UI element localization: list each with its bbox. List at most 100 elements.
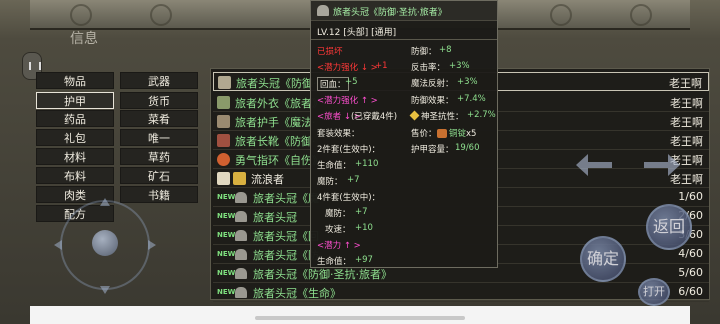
category-item[interactable]: 矿石 xyxy=(120,167,198,184)
category-item[interactable]: 武器 xyxy=(120,72,198,89)
armor-icon xyxy=(217,96,230,109)
divider xyxy=(311,39,497,40)
category-item[interactable]: 药品 xyxy=(36,110,114,127)
new-badge: NEW xyxy=(217,231,236,239)
set-bonus-label: 2件套(生效中)： xyxy=(317,145,381,155)
category-item[interactable]: 唯一 xyxy=(120,129,198,146)
inherit-value: +1 xyxy=(375,61,388,71)
item-name: 旅者头冠《生命》 xyxy=(253,287,341,300)
price-count: x5 xyxy=(466,129,477,139)
helmet-icon xyxy=(235,230,247,241)
category-item-selected[interactable]: 护甲 xyxy=(36,92,114,109)
category-item[interactable]: 礼包 xyxy=(36,129,114,146)
tooltip-level: LV.12 [头部] [通用] xyxy=(317,28,397,38)
lock-icon xyxy=(217,172,230,185)
category-item[interactable]: 物品 xyxy=(36,72,114,89)
item-name: 旅者头冠 xyxy=(253,211,297,224)
price-value: 铜锭x5 xyxy=(435,127,476,139)
item-owner: 老王啊 xyxy=(670,116,703,129)
helmet-icon xyxy=(235,211,247,222)
stat-label: 护甲容量： xyxy=(411,145,454,155)
next-arrow-icon[interactable] xyxy=(642,150,682,180)
ornament-icon xyxy=(150,4,172,26)
new-badge: NEW xyxy=(217,269,236,277)
item-name: 旅者头冠《防御·圣抗·旅者》 xyxy=(253,268,392,281)
stat-label: 反击率： xyxy=(411,63,446,73)
helmet-icon xyxy=(235,192,247,203)
copper-ingot-icon xyxy=(437,129,447,138)
set-effect-label: 套装效果： xyxy=(317,129,360,139)
stat-label: 生命值： xyxy=(317,161,352,171)
stat-label: 防御效果： xyxy=(411,96,454,106)
stat-label: 魔防： xyxy=(325,209,351,219)
stat-value: +10 xyxy=(355,223,373,233)
category-item[interactable]: 货币 xyxy=(120,92,198,109)
status-broken: 已损坏 xyxy=(317,47,343,57)
gem-icon xyxy=(409,110,420,121)
tooltip-header: 旅者头冠《防御·圣抗·旅者》 xyxy=(311,1,497,21)
item-owner: 老王啊 xyxy=(669,77,702,90)
helmet-icon xyxy=(218,76,231,89)
set-bonus-label: 4件套(生效中)： xyxy=(317,193,381,203)
stat-value: +8 xyxy=(439,45,452,55)
stat-label: 魔防： xyxy=(317,177,343,187)
ornament-icon xyxy=(630,4,652,26)
stat-label: 防御： xyxy=(411,47,437,57)
tooltip-title: 旅者头冠《防御·圣抗·旅者》 xyxy=(333,8,447,18)
item-tooltip: 旅者头冠《防御·圣抗·旅者》 LV.12 [头部] [通用] 已损坏 防御： +… xyxy=(310,0,498,268)
back-button[interactable]: 返回 xyxy=(646,204,692,250)
stat-label: 神圣抗性： xyxy=(421,112,464,122)
helmet-icon xyxy=(235,249,247,260)
price-label: 售价： xyxy=(411,129,437,139)
item-owner: 老王啊 xyxy=(670,97,703,110)
stat-label: 生命值： xyxy=(317,257,352,267)
ornament-icon xyxy=(70,4,92,26)
item-count: 6/60 xyxy=(678,285,703,298)
new-badge: NEW xyxy=(217,193,236,201)
item-count: 4/60 xyxy=(678,247,703,260)
item-name: 旅者长靴《防御· xyxy=(235,135,316,148)
stat-value: +97 xyxy=(355,255,373,265)
item-owner: 老王啊 xyxy=(670,135,703,148)
category-item[interactable]: 材料 xyxy=(36,148,114,165)
inherit-label: <潜力 ↑ > xyxy=(317,241,361,251)
info-button[interactable]: 信息 xyxy=(64,24,104,54)
new-badge: NEW xyxy=(217,250,236,258)
stat-value: +7 xyxy=(347,175,360,185)
open-button[interactable]: 打开 xyxy=(638,278,670,306)
category-item[interactable]: 菜肴 xyxy=(120,110,198,127)
stat-label: 攻速： xyxy=(325,225,351,235)
new-badge: NEW xyxy=(217,288,236,296)
stat-value: +3% xyxy=(449,61,470,71)
new-badge: NEW xyxy=(217,212,236,220)
holy-resist-line: 神圣抗性： xyxy=(409,110,464,122)
boots-icon xyxy=(217,134,230,147)
confirm-button[interactable]: 确定 xyxy=(580,236,626,282)
stat-label: 魔法反射： xyxy=(411,79,454,89)
item-count: 5/60 xyxy=(678,266,703,279)
item-name: 旅者头冠《防御· xyxy=(236,77,317,90)
stat-value: +3% xyxy=(457,77,478,87)
category-item[interactable]: 草药 xyxy=(120,148,198,165)
home-indicator[interactable] xyxy=(255,316,465,320)
category-item[interactable]: 布料 xyxy=(36,167,114,184)
ring-icon xyxy=(217,153,230,166)
stat-value: +5 xyxy=(345,77,358,87)
set-worn: (已穿戴4件) xyxy=(351,112,398,122)
item-name: 流浪者 xyxy=(251,173,284,186)
stat-value: 19/60 xyxy=(455,143,480,153)
list-item[interactable]: NEW 旅者头冠《生命》 6/60 xyxy=(213,283,709,302)
stat-value: +2.7% xyxy=(467,110,496,120)
price-item: 铜锭 xyxy=(449,129,467,139)
helmet-icon xyxy=(235,287,247,298)
gloves-icon xyxy=(217,115,230,128)
ornament-icon xyxy=(550,4,572,26)
helmet-icon xyxy=(317,5,329,16)
stat-label: 回血： xyxy=(317,77,349,91)
virtual-joystick[interactable] xyxy=(52,196,158,296)
stat-value: +7.4% xyxy=(457,94,486,104)
joystick-arrows-icon xyxy=(54,198,156,294)
bottom-bar xyxy=(30,306,690,324)
prev-arrow-icon[interactable] xyxy=(574,150,614,180)
stat-value: +110 xyxy=(355,159,379,169)
